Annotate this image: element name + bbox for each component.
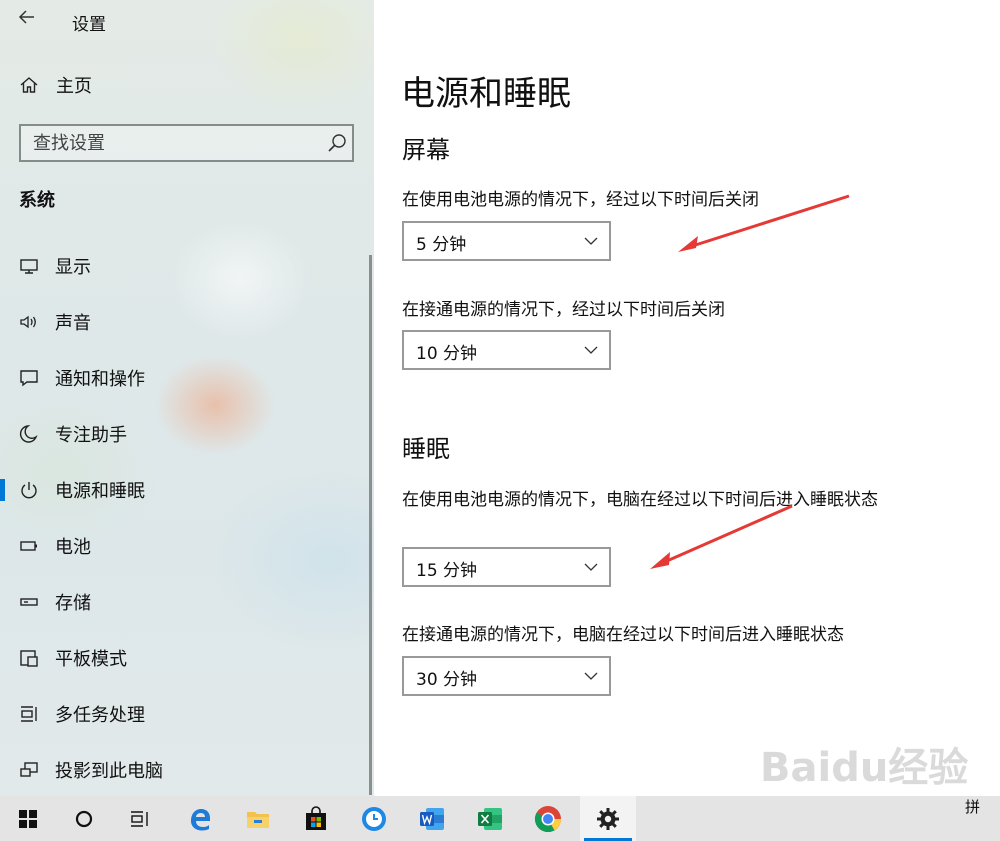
back-arrow-icon: [18, 10, 34, 24]
back-button[interactable]: [18, 8, 36, 31]
cortana-icon: [75, 810, 93, 827]
edge-icon: [191, 808, 210, 830]
start-button[interactable]: [0, 796, 56, 841]
sleep-plugged-dropdown[interactable]: 30 分钟: [402, 656, 611, 696]
screen-plugged-label: 在接通电源的情况下，经过以下时间后关闭: [402, 300, 725, 320]
screen-battery-label: 在使用电池电源的情况下，经过以下时间后关闭: [402, 190, 759, 210]
sidebar-item-storage[interactable]: 存储: [0, 574, 374, 630]
edge-button[interactable]: [172, 796, 228, 841]
excel-icon: [478, 807, 502, 830]
ime-indicator[interactable]: 拼: [965, 796, 980, 818]
search-icon[interactable]: [322, 133, 352, 153]
clock-icon: [362, 806, 386, 831]
sidebar-item-project[interactable]: 投影到此电脑: [0, 742, 374, 796]
sidebar-item-label: 平板模式: [55, 649, 127, 670]
chevron-down-icon: [584, 672, 598, 680]
dropdown-value: 10 分钟: [416, 344, 478, 364]
project-icon: [18, 759, 40, 781]
search-input[interactable]: [21, 131, 322, 155]
sidebar-item-display[interactable]: 显示: [0, 238, 374, 294]
screen-battery-dropdown[interactable]: 5 分钟: [402, 221, 611, 261]
dropdown-value: 30 分钟: [416, 670, 478, 690]
app-title: 设置: [72, 15, 106, 35]
chevron-down-icon: [584, 237, 598, 245]
sleep-battery-dropdown[interactable]: 15 分钟: [402, 547, 611, 587]
sleep-battery-label: 在使用电池电源的情况下，电脑在经过以下时间后进入睡眠状态: [402, 490, 878, 510]
file-explorer-button[interactable]: [230, 796, 286, 841]
chrome-button[interactable]: [520, 796, 576, 841]
battery-icon: [18, 535, 40, 557]
taskbar: 拼: [0, 796, 1000, 841]
sidebar-item-label: 声音: [55, 313, 91, 334]
word-button[interactable]: [404, 796, 460, 841]
sidebar-item-multitasking[interactable]: 多任务处理: [0, 686, 374, 742]
cortana-button[interactable]: [56, 796, 112, 841]
notification-icon: [18, 367, 40, 389]
watermark-logo: Baidu经验: [760, 745, 969, 791]
display-icon: [18, 255, 40, 277]
task-view-button[interactable]: [112, 796, 168, 841]
sidebar: 设置 主页 系统 显示 声音: [0, 0, 374, 796]
sidebar-item-tablet-mode[interactable]: 平板模式: [0, 630, 374, 686]
settings-icon: [597, 807, 619, 830]
sidebar-item-power-sleep[interactable]: 电源和睡眠: [0, 462, 374, 518]
sidebar-item-label: 显示: [55, 257, 91, 278]
sidebar-nav: 显示 声音 通知和操作 专注助手 电源和睡眠 电池 存储 平板模式 多任务处理 …: [0, 238, 374, 796]
chevron-down-icon: [584, 346, 598, 354]
dropdown-value: 5 分钟: [416, 235, 467, 255]
home-icon: [18, 74, 40, 96]
section-title: 系统: [19, 190, 55, 211]
home-label: 主页: [56, 76, 92, 97]
tablet-icon: [18, 647, 40, 669]
screen-group-title: 屏幕: [402, 136, 450, 164]
home-nav-item[interactable]: 主页: [18, 72, 92, 98]
page-title: 电源和睡眠: [401, 74, 571, 114]
sidebar-item-notifications[interactable]: 通知和操作: [0, 350, 374, 406]
task-view-icon: [131, 810, 148, 827]
sidebar-item-label: 多任务处理: [55, 705, 145, 726]
chrome-icon: [534, 805, 562, 832]
excel-button[interactable]: [462, 796, 518, 841]
sidebar-item-focus-assist[interactable]: 专注助手: [0, 406, 374, 462]
screen-plugged-dropdown[interactable]: 10 分钟: [402, 330, 611, 370]
start-icon: [19, 809, 37, 828]
sidebar-item-label: 投影到此电脑: [55, 761, 163, 782]
speaker-icon: [18, 311, 40, 333]
word-icon: [420, 807, 444, 830]
main-content: 电源和睡眠 屏幕 在使用电池电源的情况下，经过以下时间后关闭 5 分钟 在接通电…: [374, 0, 1000, 816]
dropdown-value: 15 分钟: [416, 561, 478, 581]
store-icon: [306, 805, 326, 830]
power-icon: [18, 479, 40, 501]
chevron-down-icon: [584, 563, 598, 571]
sidebar-item-label: 通知和操作: [55, 369, 145, 390]
file-explorer-icon: [247, 811, 269, 828]
sidebar-item-label: 电源和睡眠: [55, 481, 145, 502]
clock-app-button[interactable]: [346, 796, 402, 841]
storage-icon: [18, 591, 40, 613]
sleep-group-title: 睡眠: [402, 435, 450, 463]
sidebar-item-label: 电池: [55, 537, 91, 558]
search-box: [19, 124, 354, 162]
sidebar-item-sound[interactable]: 声音: [0, 294, 374, 350]
sidebar-item-battery[interactable]: 电池: [0, 518, 374, 574]
sidebar-item-label: 存储: [55, 593, 91, 614]
sidebar-scrollbar[interactable]: [369, 255, 372, 795]
sleep-plugged-label: 在接通电源的情况下，电脑在经过以下时间后进入睡眠状态: [402, 625, 844, 645]
store-button[interactable]: [288, 796, 344, 841]
settings-button[interactable]: [580, 796, 636, 841]
multitask-icon: [18, 703, 40, 725]
moon-icon: [18, 423, 40, 445]
sidebar-item-label: 专注助手: [55, 425, 127, 446]
